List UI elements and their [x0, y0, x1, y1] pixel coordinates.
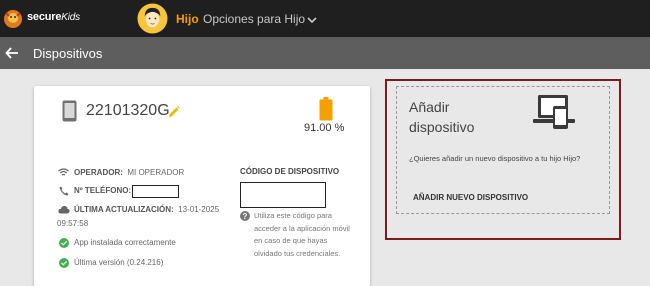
devices-icon — [533, 95, 575, 129]
battery-icon — [319, 97, 333, 121]
add-device-description: ¿Quieres añadir un nuevo dispositivo a t… — [409, 154, 581, 163]
child-options-menu[interactable]: Opciones para Hijo — [203, 12, 317, 26]
child-name: Hijo — [176, 12, 199, 26]
operator-row: OPERADOR: MI OPERADOR — [74, 168, 185, 177]
brand-name: secureKids — [27, 11, 80, 23]
child-options-label: Opciones para Hijo — [203, 12, 306, 26]
device-code-label: CÓDIGO DE DISPOSITIVO — [240, 167, 340, 176]
back-arrow-icon[interactable] — [5, 46, 19, 60]
battery-level: 91.00 % — [304, 122, 345, 134]
phone-number-row: Nº TELÉFONO: — [74, 186, 132, 195]
status-installed: App instalada correctamente — [74, 238, 176, 247]
device-name: 22101320G — [86, 102, 170, 119]
phone-call-icon — [59, 186, 69, 196]
check-circle-icon — [59, 258, 69, 268]
page-title: Dispositivos — [33, 46, 103, 61]
cloud-sync-icon — [58, 205, 70, 214]
last-update-time: 09:57:58 — [57, 219, 89, 228]
avatar-icon[interactable] — [137, 3, 168, 34]
add-device-button[interactable]: AÑADIR NUEVO DISPOSITIVO — [413, 193, 528, 202]
svg-text:?: ? — [243, 212, 248, 221]
help-circle-icon: ? — [240, 211, 250, 221]
top-bar: secureKids Hijo Opciones para Hijo — [0, 0, 650, 37]
device-code-description: Utiliza este código para acceder a la ap… — [254, 211, 350, 258]
phone-number-redacted — [132, 185, 179, 198]
sub-header: Dispositivos — [0, 37, 650, 69]
wifi-icon — [58, 168, 69, 176]
device-code-redacted — [240, 182, 326, 208]
chevron-down-icon — [307, 17, 317, 23]
phone-icon — [62, 100, 77, 122]
edit-pencil-icon[interactable] — [167, 105, 181, 119]
status-version: Última versión (0.24.216) — [74, 258, 164, 267]
logo-icon — [4, 10, 22, 28]
last-update-row: ÚLTIMA ACTUALIZACIÓN: 13-01-2025 — [74, 205, 220, 214]
device-card: 22101320G 91.00 % OPERADOR: MI OPERADOR … — [34, 86, 370, 286]
last-update-date: 13-01-2025 — [178, 205, 220, 214]
check-circle-icon — [59, 238, 69, 248]
add-device-title: Añadir dispositivo — [409, 99, 475, 135]
